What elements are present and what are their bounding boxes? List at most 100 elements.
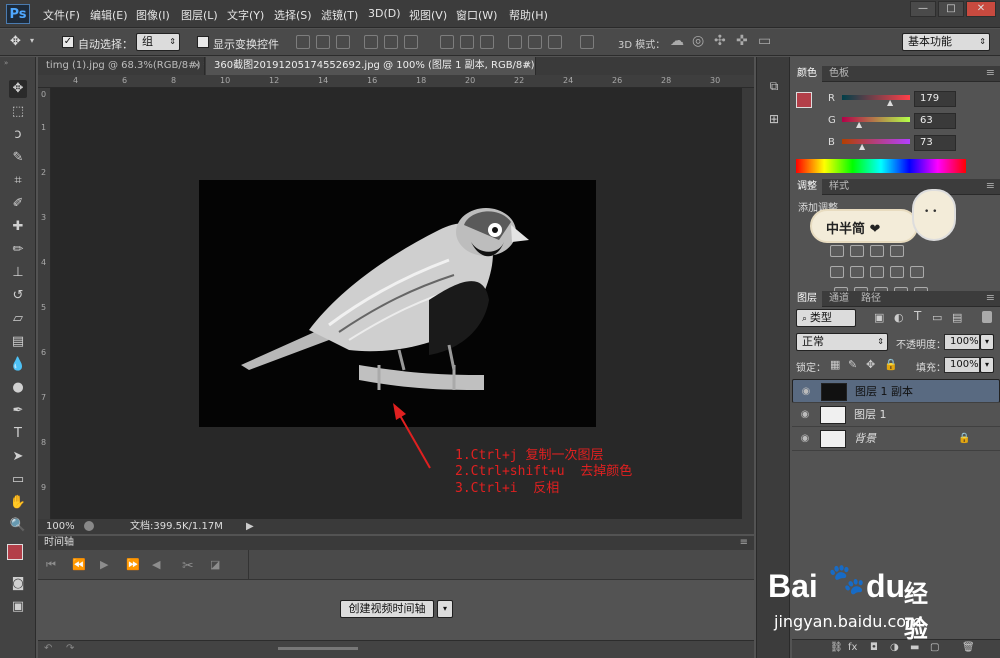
align-right-icon[interactable]: [404, 35, 418, 49]
filter-toggle[interactable]: [982, 311, 992, 323]
panel-menu-icon[interactable]: ≡: [740, 536, 748, 550]
tab-layers[interactable]: 图层: [792, 291, 822, 307]
menu-select[interactable]: 选择(S): [274, 7, 312, 23]
b-slider[interactable]: [842, 139, 910, 144]
panel-menu-icon[interactable]: ≡: [986, 66, 995, 79]
menu-filter[interactable]: 滤镜(T): [321, 7, 358, 23]
3d-scale-icon[interactable]: ▭: [758, 33, 771, 49]
tab-timg[interactable]: timg (1).jpg @ 68.3%(RGB/8#) * ×: [38, 57, 205, 75]
eyedropper-tool-icon[interactable]: ✐: [9, 195, 27, 213]
lock-all-icon[interactable]: 🔒: [884, 358, 898, 371]
split-scissors-icon[interactable]: ✂: [182, 558, 194, 574]
foreground-color-swatch[interactable]: [7, 544, 23, 560]
quick-select-tool-icon[interactable]: ✎: [9, 149, 27, 167]
menu-image[interactable]: 图像(I): [136, 7, 170, 23]
undo-icon[interactable]: ↶: [44, 643, 52, 654]
layer-row-copy[interactable]: ◉ 图层 1 副本: [792, 379, 1000, 403]
pen-tool-icon[interactable]: ✒: [9, 402, 27, 420]
history-panel-icon[interactable]: ⧉: [766, 79, 782, 95]
play-icon[interactable]: ▶: [100, 558, 108, 571]
properties-panel-icon[interactable]: ⊞: [766, 112, 782, 128]
foreground-color-swatch[interactable]: [796, 92, 812, 108]
status-menu-arrow-icon[interactable]: ▶: [246, 519, 254, 534]
slider-thumb-icon[interactable]: ▲: [856, 120, 862, 129]
curves-icon[interactable]: [870, 245, 884, 257]
opacity-input[interactable]: 100%: [944, 334, 980, 350]
black-white-icon[interactable]: [890, 266, 904, 278]
workspace-dropdown[interactable]: 基本功能 ⇕: [902, 33, 990, 51]
3d-orbit-icon[interactable]: ☁: [670, 33, 684, 49]
3d-pan-icon[interactable]: ✣: [714, 33, 726, 49]
create-video-timeline-button[interactable]: 创建视频时间轴: [340, 600, 434, 618]
r-slider[interactable]: [842, 95, 910, 100]
distribute-hcenter-icon[interactable]: [528, 35, 542, 49]
show-transform-checkbox[interactable]: [197, 36, 209, 48]
tool-preset-chevron-icon[interactable]: ▾: [30, 36, 34, 45]
quick-mask-icon[interactable]: ◙: [9, 575, 27, 593]
visibility-eye-icon[interactable]: ◉: [799, 433, 811, 445]
redo-icon[interactable]: ↷: [66, 643, 74, 654]
history-brush-tool-icon[interactable]: ↺: [9, 287, 27, 305]
dodge-tool-icon[interactable]: ●: [9, 379, 27, 397]
type-tool-icon[interactable]: T: [9, 425, 27, 443]
blur-tool-icon[interactable]: 💧: [9, 356, 27, 374]
timeline-zoom-slider[interactable]: [278, 647, 358, 650]
exposure-icon[interactable]: [890, 245, 904, 257]
filter-type-icon[interactable]: T: [914, 309, 921, 323]
healing-tool-icon[interactable]: ✚: [9, 218, 27, 236]
lock-transparent-icon[interactable]: ▦: [830, 358, 840, 371]
color-spectrum-bar[interactable]: [796, 159, 966, 173]
timeline-mode-dropdown[interactable]: ▾: [437, 600, 453, 618]
prev-frame-icon[interactable]: ⏪: [72, 558, 86, 571]
auto-select-checkbox[interactable]: ✓: [62, 36, 74, 48]
panel-menu-icon[interactable]: ≡: [986, 179, 995, 192]
lock-pixels-icon[interactable]: ✎: [848, 358, 857, 371]
menu-type[interactable]: 文字(Y): [227, 7, 264, 23]
levels-icon[interactable]: [850, 245, 864, 257]
distribute-vcenter-icon[interactable]: [460, 35, 474, 49]
first-frame-icon[interactable]: ⏮: [46, 558, 56, 572]
close-button[interactable]: ✕: [966, 1, 996, 17]
gradient-tool-icon[interactable]: ▤: [9, 333, 27, 351]
menu-view[interactable]: 视图(V): [409, 7, 447, 23]
menu-3d[interactable]: 3D(D): [368, 7, 401, 20]
align-bottom-icon[interactable]: [336, 35, 350, 49]
delete-layer-icon[interactable]: 🗑: [962, 642, 975, 653]
g-slider[interactable]: [842, 117, 910, 122]
crop-tool-icon[interactable]: ⌗: [9, 172, 27, 190]
tab-styles[interactable]: 样式: [824, 179, 854, 195]
fill-dropdown[interactable]: ▾: [980, 357, 994, 373]
lasso-tool-icon[interactable]: ↄ: [9, 126, 27, 144]
audio-icon[interactable]: ◀: [152, 558, 160, 571]
brightness-icon[interactable]: [830, 245, 844, 257]
move-tool-icon[interactable]: ✥: [10, 34, 21, 49]
zoom-level[interactable]: 100%: [46, 519, 75, 534]
color-balance-icon[interactable]: [870, 266, 884, 278]
distribute-left-icon[interactable]: [508, 35, 522, 49]
menu-edit[interactable]: 编辑(E): [90, 7, 128, 23]
filter-adjust-icon[interactable]: ◐: [894, 311, 904, 324]
restore-button[interactable]: □: [938, 1, 964, 17]
panel-menu-icon[interactable]: ≡: [986, 291, 995, 304]
zoom-tool-icon[interactable]: 🔍: [9, 517, 27, 535]
hand-tool-icon[interactable]: ✋: [9, 494, 27, 512]
tab-adjustments[interactable]: 调整: [792, 179, 822, 195]
move-tool-icon[interactable]: ✥: [9, 80, 27, 98]
r-value[interactable]: 179: [914, 91, 956, 107]
fill-input[interactable]: 100%: [944, 357, 980, 373]
filter-shape-icon[interactable]: ▭: [932, 311, 942, 324]
lock-position-icon[interactable]: ✥: [866, 358, 875, 371]
b-value[interactable]: 73: [914, 135, 956, 151]
menu-help[interactable]: 帮助(H): [509, 7, 548, 23]
menu-window[interactable]: 窗口(W): [456, 7, 497, 23]
3d-roll-icon[interactable]: ◎: [692, 33, 704, 49]
slider-thumb-icon[interactable]: ▲: [859, 142, 865, 151]
stamp-tool-icon[interactable]: ⊥: [9, 264, 27, 282]
filter-smart-icon[interactable]: ▤: [952, 311, 962, 324]
visibility-eye-icon[interactable]: ◉: [799, 409, 811, 421]
tab-360-screenshot[interactable]: 360截图20191205174552692.jpg @ 100% (图层 1 …: [206, 57, 536, 75]
g-value[interactable]: 63: [914, 113, 956, 129]
panel-collapse-icon[interactable]: »: [4, 59, 32, 67]
next-frame-icon[interactable]: ⏩: [126, 558, 140, 571]
document-image[interactable]: [199, 180, 596, 427]
